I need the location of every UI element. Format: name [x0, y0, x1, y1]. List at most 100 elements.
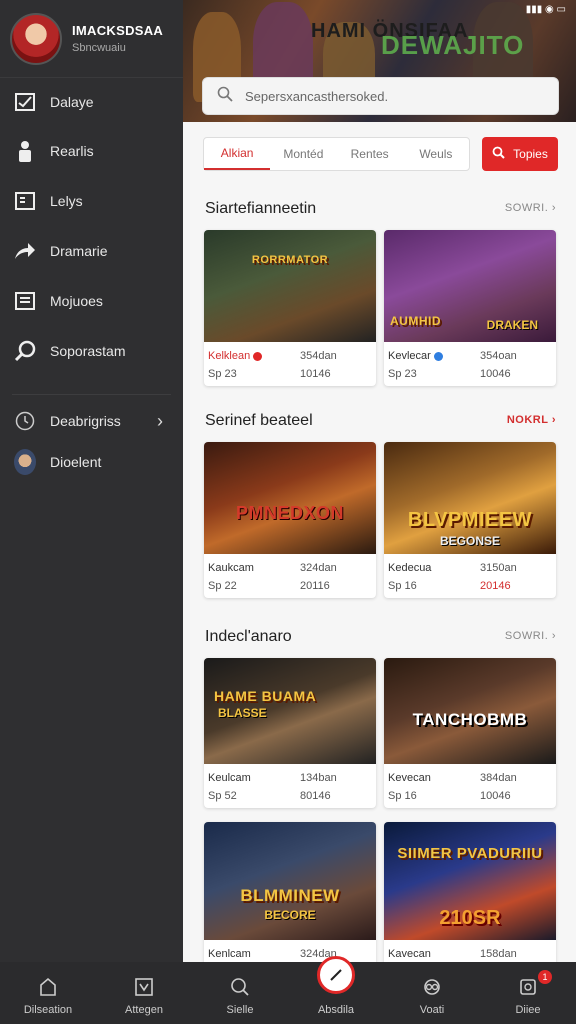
hero-banner: HAMI ÖNSIFAA DEWAJITO ▮▮▮ ◉ ▭	[183, 0, 576, 122]
card-thumbnail: HAME BUAMA BLASSE	[204, 658, 376, 764]
game-card[interactable]: BLMMINEW BECORE Kenlcam 324dan	[204, 822, 376, 962]
card-thumb-subtitle: BEGONSE	[439, 534, 500, 548]
list-icon	[14, 290, 36, 312]
person-icon	[14, 140, 36, 162]
chevron-right-icon: ›	[551, 630, 556, 642]
bottom-nav: Dilseation Attegen Sielle Absdila Voati …	[0, 956, 576, 1024]
section-see-all-link[interactable]: SOWRI. ›	[505, 202, 556, 214]
card-thumbnail: BLMMINEW BECORE	[204, 822, 376, 940]
card-thumb-subtitle: DRAKEN	[486, 318, 538, 332]
topics-button[interactable]: Topies	[482, 137, 558, 171]
game-card[interactable]: TANCHOBMB Kevecan 384dan Sp 16 10046	[384, 658, 556, 808]
tab-alkian[interactable]: Alkian	[204, 138, 271, 170]
filter-tabs: Alkian Montéd Rentes Weuls	[203, 137, 470, 171]
sidebar-item-soporastam[interactable]: Soporastam	[0, 326, 183, 376]
card-thumbnail: AUMHID DRAKEN	[384, 230, 556, 342]
card-meta: Kenlcam 324dan	[204, 940, 376, 962]
game-card[interactable]: RORRMATOR Kelklean 354dan Sp 23 10146	[204, 230, 376, 386]
home-icon	[37, 976, 59, 998]
bottom-nav-absdila[interactable]: Absdila	[288, 956, 384, 1024]
card-author: Kelklean	[208, 350, 290, 362]
card-author: Kevecan	[388, 772, 431, 784]
card-thumb-subtitle: 210SR	[439, 907, 501, 929]
bottom-nav-label: Sielle	[226, 1004, 254, 1016]
avatar[interactable]	[10, 12, 62, 65]
bottom-nav-search[interactable]: Sielle	[192, 962, 288, 1024]
sidebar-item-label: Lelys	[50, 193, 83, 209]
bottom-nav-attegen[interactable]: Attegen	[96, 962, 192, 1024]
card-meta: Kaukcam 324dan Sp 22 20116	[204, 554, 376, 598]
card-views: 324dan	[300, 562, 337, 574]
game-card[interactable]: HAME BUAMA BLASSE Keulcam 134ban Sp 52 8…	[204, 658, 376, 808]
sidebar-item-lelys[interactable]: Lelys	[0, 176, 183, 226]
sidebar-item-label: Dioelent	[50, 454, 102, 470]
divider	[12, 394, 171, 395]
game-card[interactable]: PMNEDXON Kaukcam 324dan Sp 22 20116	[204, 442, 376, 598]
search-icon	[492, 146, 505, 162]
search-input[interactable]	[245, 88, 525, 104]
card-thumb-title: SIIMER PVADURIIU	[397, 845, 543, 862]
card-thumbnail: PMNEDXON	[204, 442, 376, 554]
chevron-right-icon: ›	[551, 414, 556, 426]
sidebar-item-dramarie[interactable]: Dramarie	[0, 226, 183, 276]
card-count: 80146	[300, 790, 331, 802]
card-thumbnail: BLVPMIEEW BEGONSE	[384, 442, 556, 554]
sidebar-item-label: Dramarie	[50, 243, 108, 259]
profile-name: IMACKSDSAA	[72, 23, 164, 38]
card-author: Kedecua	[388, 562, 432, 574]
bottom-nav-diiee[interactable]: 1 Diiee	[480, 962, 576, 1024]
main-content: Alkian Montéd Rentes Weuls Topies Siarte…	[183, 122, 576, 962]
notification-icon	[517, 976, 539, 998]
card-date: Sp 23	[208, 368, 237, 380]
card-author: Kavecan	[388, 948, 431, 960]
tab-weuls[interactable]: Weuls	[403, 138, 469, 170]
eye-icon	[421, 976, 443, 998]
card-meta: Kelklean 354dan Sp 23 10146	[204, 342, 376, 386]
card-views: 354oan	[480, 350, 517, 362]
verified-badge-icon	[433, 351, 443, 361]
section-see-all-link[interactable]: NOKRL ›	[507, 414, 556, 426]
bottom-nav-label: Voati	[419, 1004, 445, 1016]
card-meta: Kavecan 158dan	[384, 940, 556, 962]
search-bar[interactable]	[202, 77, 559, 115]
search-icon	[229, 976, 251, 998]
section-see-all-link[interactable]: SOWRI. ›	[505, 630, 556, 642]
tab-rentes[interactable]: Rentes	[337, 138, 403, 170]
sidebar-item-mojuoes[interactable]: Mojuoes	[0, 276, 183, 326]
sidebar-item-label: Dalaye	[50, 94, 94, 110]
bottom-nav-label: Diiee	[515, 1004, 541, 1016]
card-views: 134ban	[300, 772, 337, 784]
card-count: 20116	[300, 580, 330, 592]
avatar	[14, 449, 36, 475]
sidebar-item-dalaye[interactable]: Dalaye	[0, 78, 183, 126]
profile-header[interactable]: IMACKSDSAA Sbncwuaiu	[0, 0, 183, 78]
card-thumb-subtitle: BLASSE	[218, 706, 267, 720]
card-meta: Kedecua 3150an Sp 16 20146	[384, 554, 556, 598]
bottom-nav-label: Attegen	[125, 1004, 163, 1016]
card-thumb-title: BLVPMIEEW	[407, 509, 533, 531]
bottom-nav-label: Dilseation	[23, 1004, 73, 1016]
game-card[interactable]: SIIMER PVADURIIU 210SR Kavecan 158dan	[384, 822, 556, 962]
card-date: Sp 16	[388, 790, 417, 802]
sidebar-item-rearlis[interactable]: Rearlis	[0, 126, 183, 176]
sidebar-item-label: Soporastam	[50, 343, 126, 359]
profile-subtitle: Sbncwuaiu	[72, 42, 126, 54]
card-author: Kevlecar	[388, 350, 470, 362]
card-views: 3150an	[480, 562, 517, 574]
sidebar: IMACKSDSAA Sbncwuaiu Dalaye Rearlis Lely…	[0, 0, 183, 962]
verified-badge-icon	[253, 351, 263, 361]
game-card[interactable]: BLVPMIEEW BEGONSE Kedecua 3150an Sp 16 2…	[384, 442, 556, 598]
bottom-nav-home[interactable]: Dilseation	[0, 962, 96, 1024]
sidebar-item-label: Deabrigriss	[50, 413, 121, 429]
game-card[interactable]: AUMHID DRAKEN Kevlecar 354oan Sp 23 1004…	[384, 230, 556, 386]
sidebar-item-dioelent[interactable]: Dioelent	[0, 443, 183, 481]
sidebar-item-deabrigriss[interactable]: Deabrigriss ›	[0, 399, 183, 443]
card-thumb-title: RORRMATOR	[251, 254, 329, 266]
bottom-nav-voati[interactable]: Voati	[384, 962, 480, 1024]
card-thumb-subtitle: BECORE	[264, 908, 316, 922]
notification-badge: 1	[538, 970, 552, 984]
section-title: Siartefianneetin	[205, 200, 317, 217]
card-author: Kaukcam	[208, 562, 254, 574]
tab-monted[interactable]: Montéd	[270, 138, 336, 170]
chevron-right-icon: ›	[551, 202, 556, 214]
